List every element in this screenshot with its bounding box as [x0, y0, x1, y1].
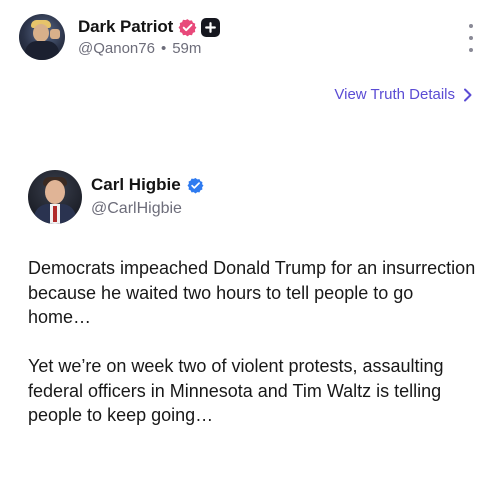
embed-author-handle: @CarlHigbie: [91, 200, 182, 217]
embed-post-body: Democrats impeached Donald Trump for an …: [28, 256, 478, 428]
view-truth-details-label: View Truth Details: [334, 86, 455, 103]
more-vertical-icon[interactable]: [465, 24, 477, 52]
author-avatar[interactable]: [19, 14, 65, 60]
embed-author-avatar: [28, 170, 82, 224]
view-truth-details-link[interactable]: View Truth Details: [334, 86, 473, 103]
embed-paragraph: Democrats impeached Donald Trump for an …: [28, 258, 476, 327]
author-handle[interactable]: @Qanon76: [78, 40, 155, 57]
truth-plus-badge-icon: [201, 17, 221, 37]
post-age: 59m: [172, 40, 202, 57]
embed-author-name-row: Carl Higbie: [91, 175, 204, 195]
embed-paragraph: Yet we’re on week two of violent protest…: [28, 356, 444, 425]
author-name-row: Dark Patriot: [78, 16, 221, 38]
chevron-right-icon: [464, 88, 472, 101]
author-display-name[interactable]: Dark Patriot: [78, 17, 173, 37]
post-header: Dark Patriot @Qanon76 • 59m: [19, 14, 481, 64]
meta-separator: •: [160, 40, 167, 57]
truth-post-view: Dark Patriot @Qanon76 • 59m View Truth D…: [0, 0, 500, 487]
verified-badge-icon: [187, 177, 204, 193]
author-meta-row: @Qanon76 • 59m: [78, 40, 201, 57]
embed-author-display-name: Carl Higbie: [91, 175, 181, 194]
verified-badge-icon: [178, 18, 197, 36]
embedded-post: Carl Higbie @CarlHigbie Democrats impeac…: [28, 168, 478, 468]
